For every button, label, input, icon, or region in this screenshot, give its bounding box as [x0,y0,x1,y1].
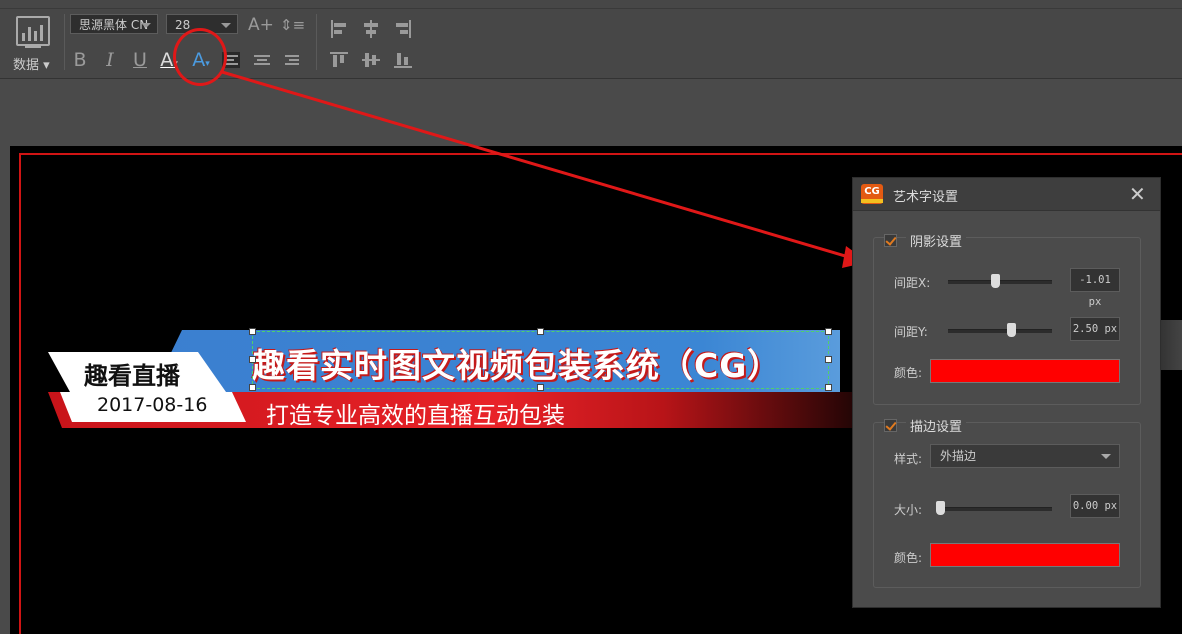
stroke-size-label: 大小: [894,503,923,517]
offset-y-slider[interactable] [948,329,1052,333]
stroke-size-input[interactable]: 0.00 px [1070,494,1120,518]
stroke-color-swatch[interactable] [930,543,1120,567]
stroke-checkbox[interactable] [884,419,897,432]
offset-y-label: 间距Y: [894,325,928,339]
stroke-color-label: 颜色: [894,551,923,565]
shadow-color-swatch[interactable] [930,359,1120,383]
offset-x-input[interactable]: -1.01 px [1070,268,1120,308]
close-icon[interactable]: ✕ [1129,182,1146,206]
stroke-style-label: 样式: [894,452,923,466]
stroke-size-slider-thumb[interactable] [936,501,946,515]
stroke-style-value: 外描边 [940,449,977,463]
offset-x-label: 间距X: [894,276,931,290]
offset-x-slider[interactable] [948,280,1052,284]
shadow-checkbox[interactable] [884,234,897,247]
shadow-color-label: 颜色: [894,366,923,380]
dialog-title: 艺术字设置 [893,190,959,205]
offset-y-input[interactable]: 2.50 px [1070,317,1120,341]
stroke-style-select[interactable]: 外描边 [930,444,1120,468]
chevron-down-icon [1101,454,1111,459]
stroke-size-slider[interactable] [938,507,1052,511]
offset-x-slider-thumb[interactable] [990,274,1000,288]
dialog-header: CG 艺术字设置 ✕ [853,178,1160,211]
stroke-settings-label: 描边设置 [906,416,967,435]
offset-y-slider-thumb[interactable] [1007,323,1017,337]
shadow-settings-group: 阴影设置 间距X: -1.01 px 间距Y: 2.50 px 颜色: [873,231,1141,405]
app-logo-icon: CG [861,184,883,204]
shadow-settings-label: 阴影设置 [906,231,967,250]
art-text-dialog: CG 艺术字设置 ✕ 阴影设置 间距X: -1.01 px 间距Y: 2.50 … [852,177,1161,608]
stroke-settings-group: 描边设置 样式: 外描边 大小: 0.00 px 颜色: [873,416,1141,588]
